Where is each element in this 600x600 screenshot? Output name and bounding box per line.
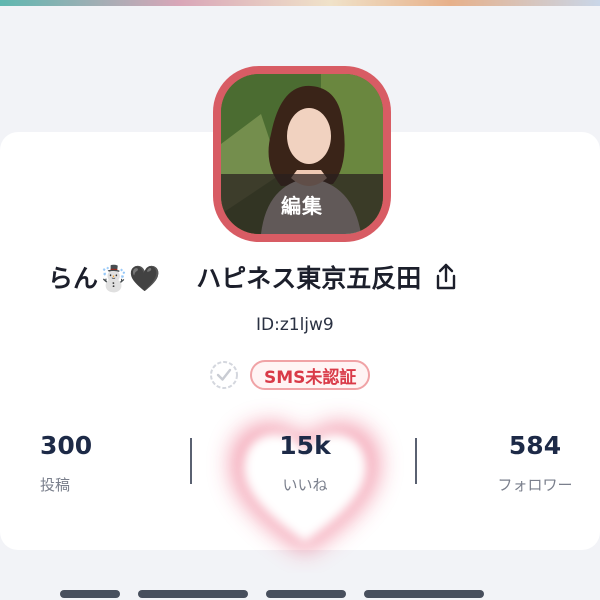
likes-label: いいね	[282, 476, 328, 494]
peek-text-block	[138, 590, 248, 598]
user-id: ID:z1ljw9	[256, 315, 334, 335]
stat-followers[interactable]: 584 フォロワー	[480, 430, 590, 520]
followers-count: 584	[508, 431, 562, 460]
verify-status[interactable]	[208, 359, 240, 391]
stat-posts[interactable]: 300 投稿	[40, 430, 110, 520]
posts-count: 300	[40, 431, 93, 460]
peek-text-block	[266, 590, 346, 598]
peek-text-block	[364, 590, 484, 598]
followers-label: フォロワー	[497, 476, 573, 494]
verification-row: SMS未認証	[208, 358, 371, 392]
peek-text-block	[60, 590, 120, 598]
nickname: らん☃️🖤	[48, 264, 161, 293]
sms-unverified-badge[interactable]: SMS未認証	[250, 360, 371, 390]
avatar-frame[interactable]: 編集	[213, 66, 391, 242]
check-circle-icon	[210, 361, 238, 389]
stat-likes[interactable]: 15k いいね	[265, 430, 345, 520]
avatar[interactable]: 編集	[221, 74, 383, 234]
share-button[interactable]	[433, 262, 459, 292]
next-section-peek	[0, 590, 600, 600]
header-banner-strip	[0, 0, 600, 6]
shop-name: ハピネス東京五反田	[196, 264, 422, 293]
share-icon[interactable]	[434, 263, 458, 291]
stats-row: 300 投稿 15k いいね 584 フォロワー	[0, 430, 600, 520]
posts-label: 投稿	[40, 476, 71, 494]
likes-count: 15k	[279, 431, 331, 460]
edit-avatar-button[interactable]: 編集	[221, 174, 383, 234]
profile-name-row: らん☃️🖤 ハピネス東京五反田	[48, 257, 568, 297]
